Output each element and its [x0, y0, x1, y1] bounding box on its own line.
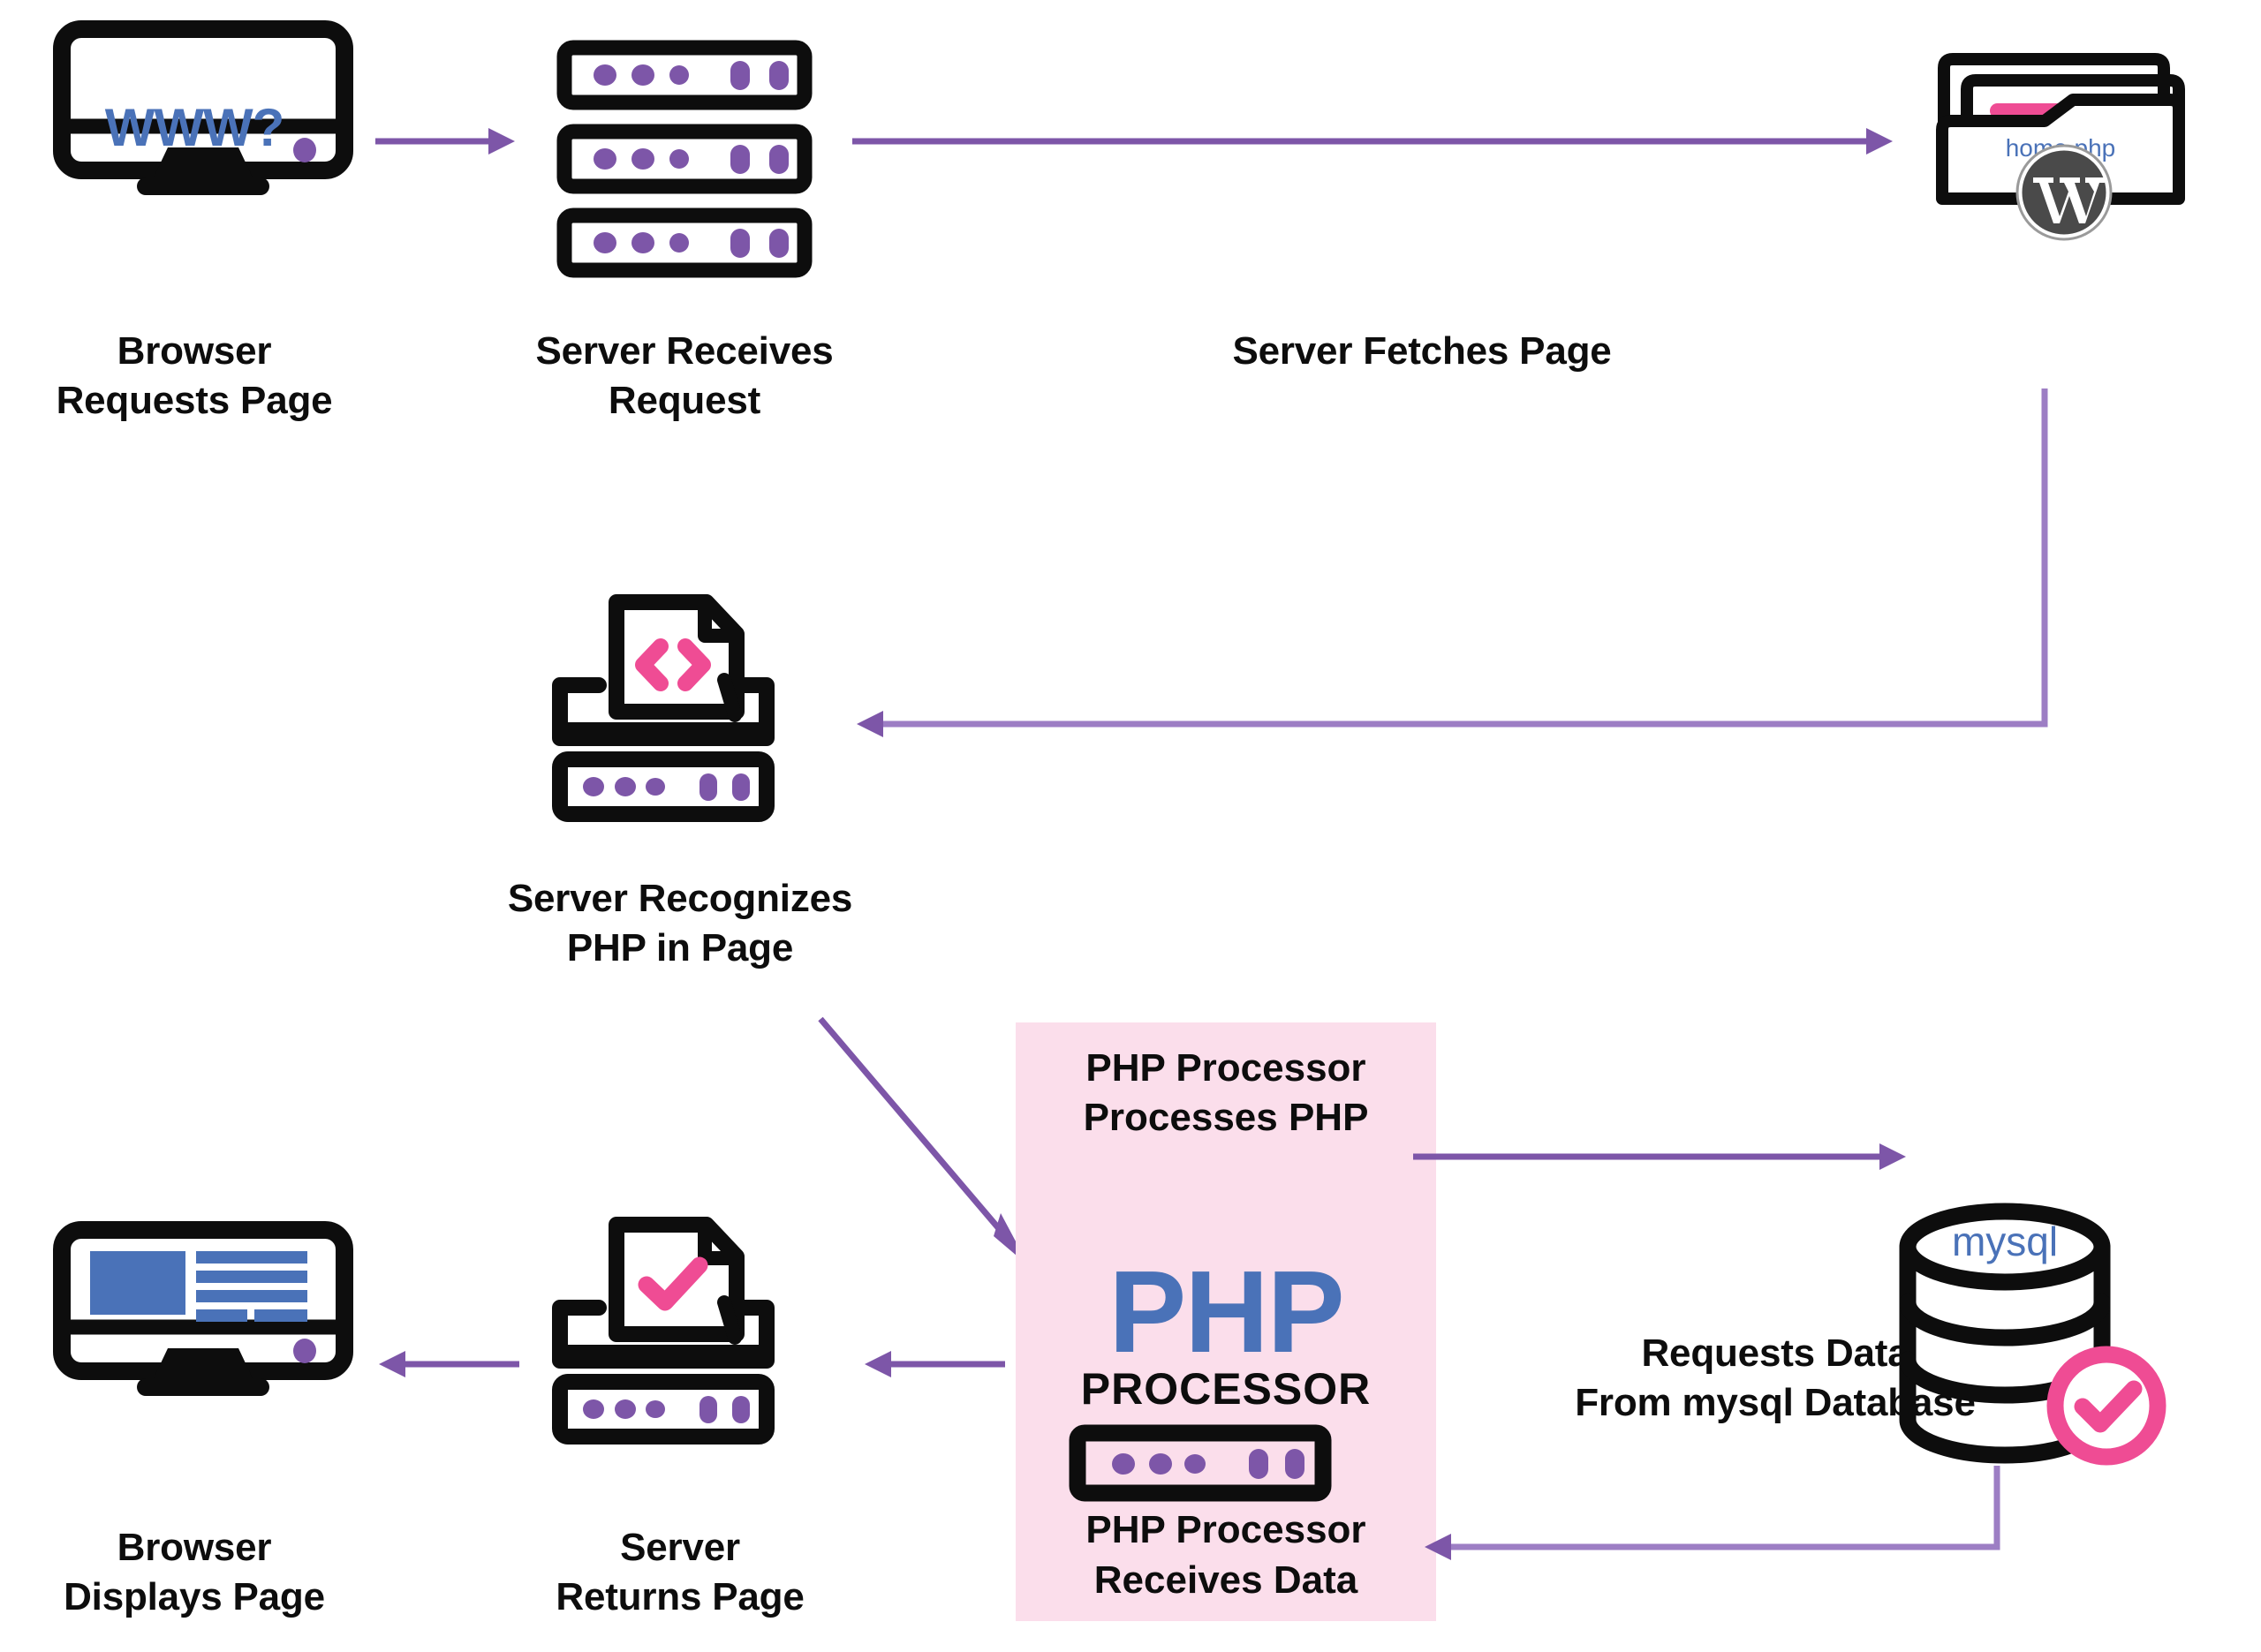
arrow-right-icon	[375, 124, 517, 159]
caption-browser-displays: Browser Displays Page	[64, 1526, 325, 1619]
elbow-connector-db-return-icon	[1409, 1466, 2027, 1589]
arrow-left-icon-php-to-server	[861, 1346, 1007, 1382]
caption-server-returns: Server Returns Page	[556, 1526, 805, 1619]
php-logo-word: PHP	[1108, 1247, 1344, 1377]
arrow-left-icon-server-to-browser	[375, 1346, 521, 1382]
database-label: mysql	[1952, 1218, 2058, 1264]
php-receives-label: PHP Processor Receives Data	[1085, 1508, 1366, 1602]
database-mysql-icon: mysql	[1899, 1201, 2173, 1483]
caption-browser-request: Browser Requests Page	[56, 329, 333, 423]
php-logo-sub: PROCESSOR	[1080, 1364, 1372, 1414]
arrow-diagonal-icon	[817, 1015, 1038, 1271]
check-circle-icon	[2046, 1346, 2166, 1466]
server-rack-icon	[556, 40, 813, 278]
server-check-doc-icon	[548, 1214, 830, 1479]
arrow-right-icon-long	[852, 124, 1894, 159]
php-processor-panel: PHP Processor Processes PHP PHP PROCESSO…	[1016, 1022, 1436, 1621]
caption-server-receives: Server Receives Request	[535, 329, 834, 423]
elbow-connector-icon	[839, 381, 2076, 752]
diagram-canvas: WWW? Browser Requests Page Server Receiv…	[0, 0, 2261, 1652]
wordpress-logo-icon	[2015, 144, 2113, 241]
server-code-doc-icon	[548, 592, 830, 856]
php-processes-label: PHP Processor Processes PHP	[1083, 1046, 1369, 1140]
caption-server-recognizes: Server Recognizes PHP in Page	[507, 877, 853, 970]
folder-wordpress-icon: home.php	[1930, 49, 2195, 241]
caption-server-fetches: Server Fetches Page	[1232, 329, 1612, 373]
php-server-unit-icon	[1069, 1424, 1334, 1504]
monitor-screen-text: WWW?	[104, 98, 285, 157]
monitor-stand-page-icon	[53, 1346, 353, 1399]
arrow-right-icon-to-db	[1413, 1139, 1908, 1174]
